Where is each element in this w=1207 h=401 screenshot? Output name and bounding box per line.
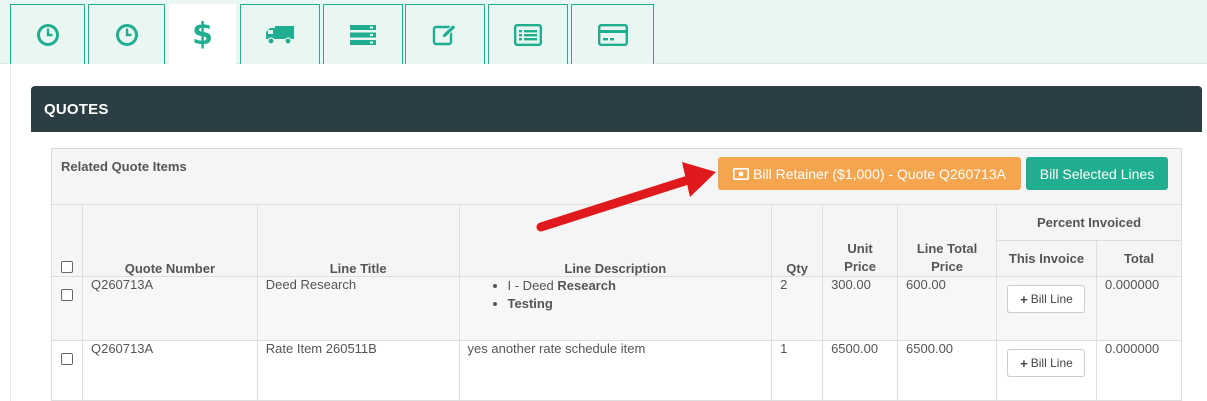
cell-line-title: Deed Research [256,276,460,341]
tab-clock-1[interactable] [10,4,85,64]
edit-icon [432,23,457,45]
cell-quote-number: Q260713A [81,340,258,401]
description-text: I - Deed [507,278,558,293]
table-row: Q260713A Rate Item 260511B yes another r… [51,340,1183,401]
cell-unit-price: 300.00 [822,276,899,341]
truck-icon [266,25,294,45]
tab-clock-2[interactable] [88,4,165,64]
col-unit-price-label: Unit Price [844,241,876,274]
cell-qty: 1 [771,340,824,401]
description-item: I - Deed Research [508,277,764,295]
plus-icon: + [1020,291,1028,307]
tab-bar: $ [0,0,1207,65]
tab-records[interactable] [323,4,403,64]
col-quote-number: Quote Number [81,204,258,277]
tab-payment[interactable] [571,4,654,64]
row-checkbox[interactable] [60,289,73,301]
bill-selected-lines-button[interactable]: Bill Selected Lines [1026,157,1168,190]
bill-line-label: Bill Line [1030,292,1073,306]
quote-items-table: Quote Number Line Title Line Description… [51,204,1183,401]
clock-icon [115,23,138,46]
cell-total: 0.000000 [1095,340,1183,401]
cell-quote-number: Q260713A [81,276,258,341]
col-line-title: Line Title [256,204,460,277]
tab-shipping[interactable] [240,4,320,64]
bill-retainer-label: Bill Retainer ($1,000) - Quote Q260713A [753,165,1006,182]
cell-line-title: Rate Item 260511B [256,340,460,401]
credit-card-icon [597,23,628,46]
cell-qty: 2 [771,276,824,341]
panel-header: QUOTES [31,86,1202,132]
cell-unit-price: 6500.00 [822,340,899,401]
col-line-total-price: Line Total Price [897,204,998,277]
description-bold-text: Testing [507,296,553,311]
col-line-total-price-label: Line Total Price [916,241,978,274]
clock-icon [36,23,59,46]
table-row: Q260713A Deed Research I - Deed Research… [51,276,1183,341]
col-this-invoice: This Invoice [996,240,1097,277]
tab-list[interactable] [488,4,568,64]
description-list: I - Deed Research Testing [468,277,764,313]
col-line-description: Line Description [458,204,773,277]
tab-edit[interactable] [405,4,485,64]
bill-line-button[interactable]: + Bill Line [1007,285,1086,313]
table-header-row: Quote Number Line Title Line Description… [51,204,1182,277]
col-unit-price: Unit Price [822,204,899,277]
bill-line-button[interactable]: + Bill Line [1007,349,1086,377]
cell-this-invoice: + Bill Line [996,340,1097,401]
select-all-checkbox[interactable] [60,261,73,273]
related-quote-items-title: Related Quote Items [61,159,187,174]
row-checkbox[interactable] [60,353,73,365]
cell-line-total: 6500.00 [897,340,998,401]
cell-line-description: yes another rate schedule item [458,340,773,401]
page-border [10,64,11,401]
bill-line-label: Bill Line [1030,356,1073,370]
select-all-cell [51,204,83,277]
description-item: Testing [508,295,764,313]
plus-icon: + [1020,355,1028,371]
server-icon [350,24,376,45]
dollar-icon: $ [192,17,213,52]
col-total: Total [1095,240,1183,277]
bill-retainer-button[interactable]: Bill Retainer ($1,000) - Quote Q260713A [718,157,1021,190]
list-icon [514,23,542,46]
col-percent-invoiced: Percent Invoiced [996,204,1182,241]
cell-line-total: 600.00 [897,276,998,341]
panel-title: QUOTES [44,100,109,118]
cell-line-description: I - Deed Research Testing [458,276,773,341]
description-bold-text: Research [557,278,616,293]
cell-total: 0.000000 [1095,276,1183,341]
row-select-cell [51,340,83,401]
col-qty: Qty [771,204,824,277]
cell-this-invoice: + Bill Line [996,276,1097,341]
money-bill-icon [733,167,750,180]
row-select-cell [51,276,83,341]
tab-billing[interactable]: $ [169,4,236,65]
